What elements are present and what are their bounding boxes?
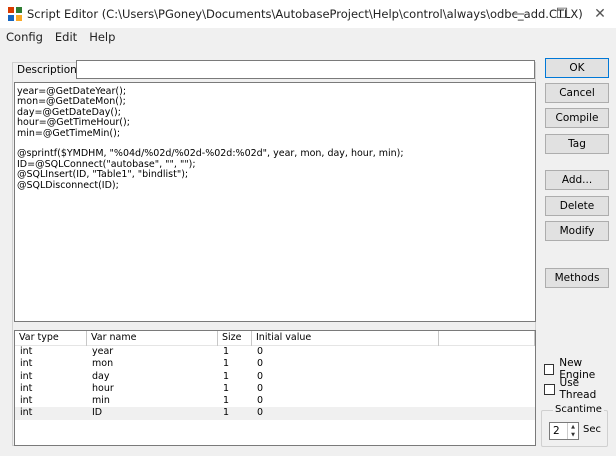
- scantime-spinner[interactable]: 2 ▲ ▼: [549, 422, 579, 440]
- table-cell: 1: [223, 407, 230, 419]
- column-initial-value[interactable]: Initial value: [252, 331, 439, 346]
- script-line[interactable]: @SQLInsert(ID, "Table1", "bindlist");: [17, 169, 533, 180]
- use-thread-checkbox[interactable]: [544, 383, 555, 395]
- script-line[interactable]: hour=@GetTimeHour();: [17, 117, 533, 128]
- table-cell: 0: [257, 370, 264, 382]
- cancel-button[interactable]: Cancel: [545, 83, 609, 103]
- table-cell: 1: [223, 382, 230, 394]
- table-cell: 0: [257, 395, 264, 407]
- table-row[interactable]: int mon 1 0: [15, 358, 535, 370]
- script-line[interactable]: min=@GetTimeMin();: [17, 128, 533, 139]
- table-row[interactable]: int ID 1 0: [15, 407, 535, 420]
- table-cell: 1: [223, 346, 230, 357]
- menu-bar: Config Edit Help: [0, 28, 616, 46]
- table-cell: 0: [257, 358, 264, 370]
- table-cell: min: [92, 395, 110, 407]
- column-var-name[interactable]: Var name: [87, 331, 218, 346]
- table-cell: hour: [92, 382, 114, 394]
- table-cell: 1: [223, 395, 230, 407]
- script-editor[interactable]: year=@GetDateYear(); mon=@GetDateMon(); da…: [14, 82, 536, 322]
- table-row[interactable]: int day 1 0: [15, 371, 535, 383]
- table-cell: int: [20, 407, 33, 419]
- table-cell: day: [92, 370, 110, 382]
- table-cell-extra: [439, 407, 535, 419]
- table-cell: int: [20, 346, 33, 357]
- splitter[interactable]: [14, 324, 536, 329]
- menu-help[interactable]: Help: [89, 30, 115, 44]
- spin-up-icon[interactable]: ▲: [568, 423, 578, 431]
- scantime-legend: Scantime: [553, 404, 604, 415]
- column-extra[interactable]: [439, 331, 535, 346]
- table-cell: int: [20, 382, 33, 394]
- delete-button[interactable]: Delete: [545, 196, 609, 216]
- table-body: int year 1 0 int mon 1 0 int day 1 0 int hour 1 0 int min…: [15, 346, 535, 420]
- close-button[interactable]: ✕: [578, 0, 616, 28]
- menu-edit[interactable]: Edit: [55, 30, 77, 44]
- table-cell: mon: [92, 358, 114, 370]
- table-header: Var type Var name Size Initial value: [15, 331, 535, 346]
- add-button[interactable]: Add...: [545, 170, 609, 190]
- script-line[interactable]: @SQLDisconnect(ID);: [17, 180, 533, 191]
- table-row[interactable]: int year 1 0: [15, 346, 535, 358]
- new-engine-checkbox[interactable]: [544, 363, 555, 375]
- table-cell: year: [92, 346, 114, 357]
- table-cell: 0: [257, 382, 264, 394]
- table-cell: int: [20, 370, 33, 382]
- table-cell: ID: [92, 407, 103, 419]
- use-thread-label: Use Thread: [559, 377, 597, 401]
- table-cell: int: [20, 395, 33, 407]
- table-row[interactable]: int hour 1 0: [15, 383, 535, 395]
- table-cell: 0: [257, 346, 264, 357]
- table-cell: 1: [223, 358, 230, 370]
- table-cell-extra: [439, 346, 535, 358]
- table-cell: 1: [223, 370, 230, 382]
- modify-button[interactable]: Modify: [545, 221, 609, 241]
- variables-table[interactable]: Var type Var name Size Initial value int…: [14, 330, 536, 446]
- minimize-button[interactable]: —: [496, 0, 540, 28]
- spinner-arrows: ▲ ▼: [567, 423, 578, 439]
- description-input[interactable]: [76, 60, 535, 79]
- scantime-value[interactable]: 2: [553, 425, 560, 437]
- ok-button[interactable]: OK: [545, 58, 609, 78]
- title-bar: Script Editor (C:\Users\PGoney\Documents…: [0, 0, 616, 28]
- table-row[interactable]: int min 1 0: [15, 395, 535, 407]
- app-icon: [8, 7, 22, 21]
- column-size[interactable]: Size: [218, 331, 252, 346]
- use-thread-option[interactable]: Use Thread: [544, 377, 616, 401]
- description-label: Description: [15, 64, 79, 76]
- table-cell: 0: [257, 407, 264, 419]
- table-cell: int: [20, 358, 33, 370]
- methods-button[interactable]: Methods: [545, 268, 609, 288]
- menu-config[interactable]: Config: [6, 30, 43, 44]
- compile-button[interactable]: Compile: [545, 108, 609, 128]
- spin-down-icon[interactable]: ▼: [568, 431, 578, 439]
- table-cell-extra: [439, 395, 535, 407]
- table-cell-extra: [439, 358, 535, 370]
- table-cell-extra: [439, 383, 535, 395]
- table-cell-extra: [439, 371, 535, 383]
- scantime-unit: Sec: [583, 424, 601, 435]
- tag-button[interactable]: Tag: [545, 134, 609, 154]
- column-var-type[interactable]: Var type: [15, 331, 87, 346]
